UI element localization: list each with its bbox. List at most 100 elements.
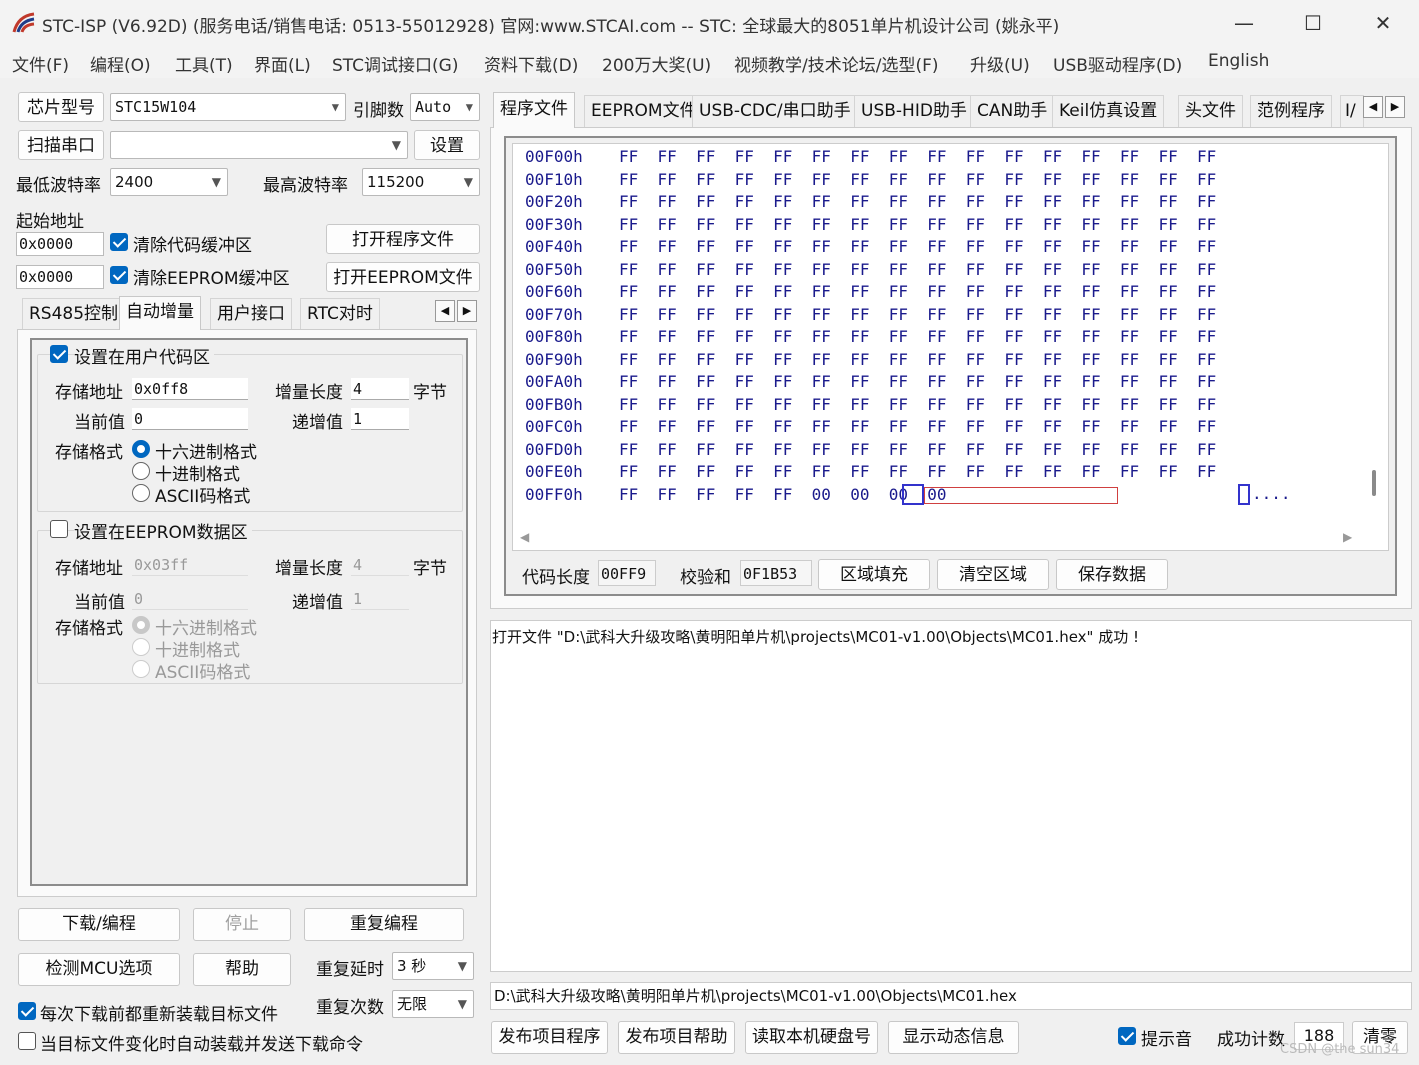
menu-file[interactable]: 文件(F): [12, 51, 69, 76]
scan-port-button[interactable]: 扫描串口: [18, 130, 104, 160]
g1-format-dec-radio[interactable]: [132, 462, 150, 480]
g1-inc-length-input[interactable]: 4: [351, 378, 409, 400]
hex-row-address: 00FA0h: [525, 372, 583, 391]
tab-user-interface[interactable]: 用户接口: [210, 298, 292, 330]
menu-debug-interface[interactable]: STC调试接口(G): [332, 51, 459, 76]
port-select[interactable]: ▼: [110, 131, 408, 159]
hex-row-address: 00F20h: [525, 192, 583, 211]
menu-download-docs[interactable]: 资料下载(D): [484, 51, 578, 76]
g1-store-address-input[interactable]: 0x0ff8: [132, 378, 248, 400]
repeat-count-select[interactable]: 无限 ▼: [392, 990, 474, 1018]
menu-video-forum[interactable]: 视频教学/技术论坛/选型(F): [734, 51, 939, 76]
pins-select[interactable]: Auto ▼: [410, 93, 480, 121]
stop-button[interactable]: 停止: [193, 908, 291, 941]
menu-tools[interactable]: 工具(T): [175, 51, 233, 76]
check-mcu-options-button[interactable]: 检测MCU选项: [18, 953, 180, 986]
hex-row-bytes: FF FF FF FF FF FF FF FF FF FF FF FF FF F…: [619, 372, 1217, 391]
menu-program[interactable]: 编程(O): [90, 51, 151, 76]
auto-load-on-change-checkbox[interactable]: [18, 1032, 36, 1050]
menu-english[interactable]: English: [1208, 51, 1269, 71]
repeat-delay-select[interactable]: 3 秒 ▼: [392, 952, 474, 980]
max-baud-select[interactable]: 115200 ▼: [362, 168, 480, 196]
tab-scroll-right-icon[interactable]: ▶: [1385, 96, 1405, 118]
clear-code-buffer-checkbox[interactable]: [110, 233, 128, 251]
g2-format-ascii-radio[interactable]: [132, 660, 150, 678]
hex-row-bytes: FF FF FF FF FF FF FF FF FF FF FF FF FF F…: [619, 192, 1217, 211]
menu-interface[interactable]: 界面(L): [254, 51, 311, 76]
chevron-down-icon: ▼: [457, 997, 467, 1011]
g1-format-ascii-label: ASCII码格式: [155, 487, 251, 507]
g1-step-label: 递增值: [292, 413, 343, 433]
hex-row-address: 00F40h: [525, 237, 583, 256]
g1-format-hex-radio[interactable]: [132, 440, 150, 458]
open-eeprom-file-button[interactable]: 打开EEPROM文件: [326, 262, 480, 292]
g2-format-dec-radio[interactable]: [132, 638, 150, 656]
menu-usb-driver[interactable]: USB驱动程序(D): [1053, 51, 1182, 76]
tab-rs485[interactable]: RS485控制: [22, 298, 126, 330]
read-disk-id-button[interactable]: 读取本机硬盘号: [745, 1021, 878, 1054]
show-dynamic-info-button[interactable]: 显示动态信息: [888, 1021, 1019, 1054]
hex-row-address: 00F30h: [525, 214, 583, 234]
chip-model-button[interactable]: 芯片型号: [18, 92, 104, 122]
hex-vertical-scrollbar[interactable]: [1372, 470, 1376, 496]
repeat-program-button[interactable]: 重复编程: [304, 908, 464, 941]
tab-scroll-left-icon[interactable]: ◀: [435, 300, 455, 322]
clear-eeprom-buffer-checkbox[interactable]: [110, 266, 128, 284]
tab-eeprom-file[interactable]: EEPROM文件: [584, 95, 704, 127]
eeprom-start-address-input[interactable]: 0x0000: [16, 265, 104, 289]
hex-row-bytes: FF FF FF FF FF FF FF FF FF FF FF FF FF F…: [619, 282, 1217, 301]
tab-program-file[interactable]: 程序文件: [493, 92, 575, 128]
maximize-button[interactable]: ☐: [1283, 8, 1343, 38]
g2-store-address-input[interactable]: 0x03ff: [132, 554, 248, 576]
tab-examples[interactable]: 范例程序: [1250, 95, 1332, 127]
area-fill-button[interactable]: 区域填充: [818, 559, 930, 590]
tab-io[interactable]: I/: [1340, 95, 1364, 127]
clear-area-button[interactable]: 清空区域: [937, 559, 1049, 590]
tab-usb-cdc[interactable]: USB-CDC/串口助手: [692, 95, 858, 127]
scroll-left-arrow-icon[interactable]: ◀: [520, 530, 529, 544]
hex-row-bytes: FF FF FF FF FF FF FF FF FF FF FF FF FF F…: [619, 439, 1217, 459]
tab-rtc[interactable]: RTC对时: [300, 298, 380, 330]
publish-project-help-button[interactable]: 发布项目帮助: [618, 1021, 735, 1054]
g2-step-input[interactable]: 1: [351, 588, 409, 610]
download-program-button[interactable]: 下载/编程: [18, 908, 180, 941]
clear-eeprom-buffer-label: 清除EEPROM缓冲区: [133, 269, 290, 289]
prompt-sound-checkbox[interactable]: [1118, 1027, 1136, 1045]
g1-step-input[interactable]: 1: [351, 408, 409, 430]
tab-auto-increment[interactable]: 自动增量: [119, 296, 201, 330]
g2-inc-length-input[interactable]: 4: [351, 554, 409, 576]
g2-format-hex-radio[interactable]: [132, 616, 150, 634]
g2-format-label: 存储格式: [55, 619, 123, 639]
menu-upgrade[interactable]: 升级(U): [970, 51, 1030, 76]
close-button[interactable]: ✕: [1353, 8, 1413, 38]
help-button[interactable]: 帮助: [193, 953, 291, 986]
file-path-display: D:\武科大升级攻略\黄明阳单片机\projects\MC01-v1.00\Ob…: [490, 982, 1412, 1010]
chip-model-select[interactable]: STC15W104 ▼: [110, 93, 346, 121]
code-start-address-input[interactable]: 0x0000: [16, 232, 104, 256]
tab-can[interactable]: CAN助手: [970, 95, 1055, 127]
max-baud-label: 最高波特率: [263, 176, 348, 196]
tab-usb-hid[interactable]: USB-HID助手: [854, 95, 974, 127]
window-title: STC-ISP (V6.92D) (服务电话/销售电话: 0513-550129…: [42, 17, 1060, 37]
eeprom-checkbox[interactable]: [50, 520, 68, 538]
user-code-checkbox[interactable]: [50, 345, 68, 363]
user-code-group-title: 设置在用户代码区: [74, 343, 214, 368]
tab-keil-sim[interactable]: Keil仿真设置: [1052, 95, 1165, 127]
menu-prize[interactable]: 200万大奖(U): [602, 51, 711, 76]
save-data-button[interactable]: 保存数据: [1056, 559, 1168, 590]
publish-project-program-button[interactable]: 发布项目程序: [491, 1021, 608, 1054]
scroll-right-arrow-icon[interactable]: ▶: [1343, 530, 1352, 544]
tab-scroll-left-icon[interactable]: ◀: [1363, 96, 1383, 118]
minimize-button[interactable]: —: [1214, 8, 1274, 38]
min-baud-select[interactable]: 2400 ▼: [110, 168, 228, 196]
tab-header-file[interactable]: 头文件: [1178, 95, 1243, 127]
reload-before-download-checkbox[interactable]: [18, 1002, 36, 1020]
log-area[interactable]: [490, 620, 1412, 972]
settings-button[interactable]: 设置: [414, 130, 480, 160]
g1-current-value-input[interactable]: 0: [132, 408, 248, 430]
tab-scroll-right-icon[interactable]: ▶: [457, 300, 477, 322]
menu-bar: 文件(F) 编程(O) 工具(T) 界面(L) STC调试接口(G) 资料下载(…: [0, 46, 1419, 78]
g1-format-ascii-radio[interactable]: [132, 484, 150, 502]
g2-current-value-input[interactable]: 0: [132, 588, 248, 610]
open-program-file-button[interactable]: 打开程序文件: [326, 224, 480, 254]
